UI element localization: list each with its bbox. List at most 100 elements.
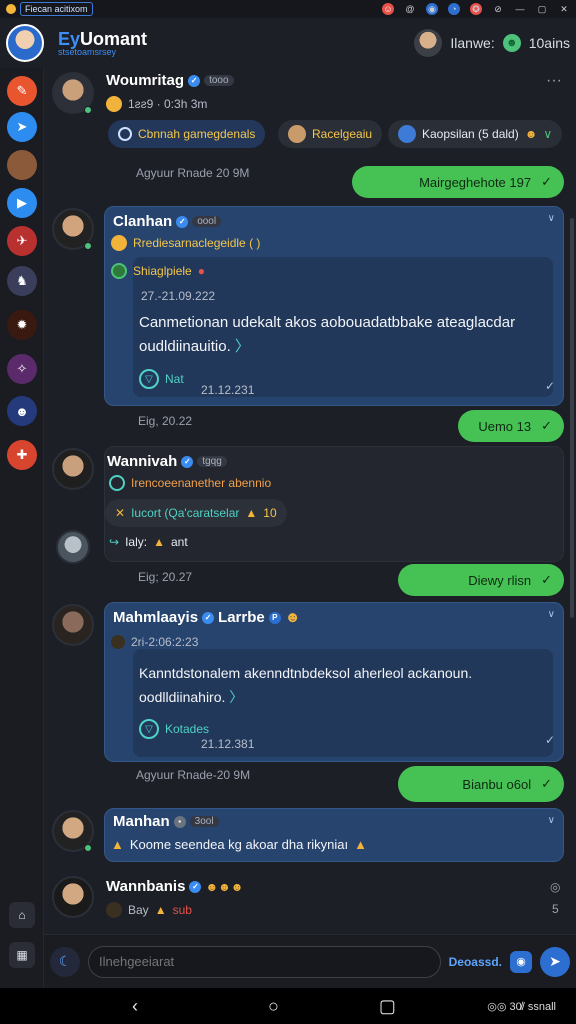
home-icon[interactable]: ⌂ xyxy=(9,902,35,928)
count-icon: 5 xyxy=(552,902,559,916)
sender-name[interactable]: Clanhan xyxy=(113,213,172,230)
sync-icon[interactable]: ◔ xyxy=(448,3,460,15)
tray-icons: ☺ @ ◉ ◔ ✪ ⊘ — ▢ ✕ xyxy=(382,3,570,15)
outgoing-bubble[interactable]: Bianbu o6ol ✓ xyxy=(398,766,564,802)
sidebar-item-1[interactable]: ✎ xyxy=(7,76,37,106)
chevron-down-icon[interactable]: ∨ xyxy=(548,609,555,620)
verified-icon: ✓ xyxy=(189,880,202,893)
reply-line: ↪ Ialy: ▲ ant xyxy=(109,535,188,549)
flame-icon: ▲ xyxy=(153,535,165,549)
system-status-bar: Fiecan acitixom ☺ @ ◉ ◔ ✪ ⊘ — ▢ ✕ xyxy=(0,0,576,18)
sidebar-item-9[interactable]: ☻ xyxy=(7,396,37,426)
sender-avatar[interactable] xyxy=(52,604,94,646)
sender-avatar-small[interactable] xyxy=(56,530,90,564)
message-timestamp: Agyuur Rnade-20 9M xyxy=(136,768,251,782)
card-date: 27.-21.09.222 xyxy=(141,289,216,303)
sender-name-line: Manhan ▪ 3ool xyxy=(113,813,219,830)
sidebar-item-6[interactable]: ♞ xyxy=(7,266,37,296)
back-icon[interactable]: ‹ xyxy=(132,996,138,1017)
close-icon[interactable]: ✕ xyxy=(558,3,570,15)
lock-icon: ▪ xyxy=(173,815,186,828)
outgoing-bubble[interactable]: Uemo 13 ✓ xyxy=(458,410,564,442)
more-options-icon[interactable]: ··· xyxy=(546,72,562,90)
footer-number: 21.12.381 xyxy=(201,737,255,751)
meta-text-2: sub xyxy=(172,903,192,917)
reaction-icon xyxy=(106,96,122,112)
brand-avatar[interactable] xyxy=(6,24,44,62)
block-icon[interactable]: ⊘ xyxy=(492,3,504,15)
sender-avatar[interactable] xyxy=(52,448,94,490)
emoji-icon: ☻ xyxy=(524,127,538,141)
message-card-3[interactable]: Wannivah ✓ tgqg Irencoeenanether abennio… xyxy=(104,446,564,562)
outgoing-text: Mairgeghehote 197 xyxy=(419,174,532,190)
message-card-5[interactable]: ∨ Manhan ▪ 3ool ▲ Koome seendea kg akoar… xyxy=(104,808,564,862)
card-chip[interactable]: ✕ Iucort (Qa'caratselar ▲ 10 xyxy=(105,499,287,527)
fire-icon: ● xyxy=(197,264,205,278)
sender-tag: 3ool xyxy=(189,816,219,827)
user-name: Ilanwe: xyxy=(450,35,495,51)
chat-feed[interactable]: Woumritag ✓ tooo 1ƨƨ9 · 0:3h 3m Cbnnah g… xyxy=(44,68,576,934)
header-user[interactable]: Ilanwe: ☻ 10ains xyxy=(414,29,570,57)
recents-icon[interactable]: ▢ xyxy=(379,996,396,1017)
message-card-4[interactable]: ∨ Mahmlaayis ✓ Larrbe P ☻ 2ri-2:06:2:23 … xyxy=(104,602,564,762)
flame-icon xyxy=(111,635,125,649)
apps-grid-icon[interactable]: ▦ xyxy=(9,942,35,968)
send-icon[interactable]: ➤ xyxy=(540,946,570,977)
sidebar-item-10[interactable]: ✚ xyxy=(7,440,37,470)
sidebar-item-5[interactable]: ✈ xyxy=(7,226,37,256)
verified-icon: ✓ xyxy=(202,611,215,624)
emoji-icon[interactable]: ☺ xyxy=(382,3,394,15)
reaction-chip-1[interactable]: Cbnnah gamegdenals xyxy=(108,120,266,148)
sender-name[interactable]: Wannivah xyxy=(107,453,177,470)
online-indicator xyxy=(84,242,92,250)
sidebar-item-4[interactable]: ▶ xyxy=(7,188,37,218)
send-label[interactable]: Deoassd. xyxy=(449,955,502,969)
reaction-chip-3[interactable]: Kaopsilan (5 dald) ☻ ∨ xyxy=(388,120,563,148)
card-line-text: Koome seendea kg akoar dha rikyniaı xyxy=(129,837,349,852)
message-input[interactable] xyxy=(88,945,441,978)
message-card-2[interactable]: ∨ Clanhan ✓ oool Rrediesarnaclegeidle ( … xyxy=(104,206,564,406)
notification-icon[interactable]: ◉ xyxy=(426,3,438,15)
check-icon: ✓ xyxy=(544,733,555,747)
app-title-text: Uomant xyxy=(80,28,148,49)
card-footer: ▽ Kotades xyxy=(139,719,209,739)
sender-avatar[interactable] xyxy=(52,876,94,918)
chevron-down-icon[interactable]: ∨ xyxy=(548,213,555,224)
sender-name[interactable]: Manhan xyxy=(113,813,170,830)
info-icon xyxy=(109,475,125,491)
sidebar-item-8[interactable]: ✧ xyxy=(7,354,37,384)
shield-icon: ▽ xyxy=(139,369,159,389)
scrollbar[interactable] xyxy=(570,218,574,618)
minimize-icon[interactable]: — xyxy=(514,3,526,15)
mention-icon[interactable]: @ xyxy=(404,3,416,15)
footer-label: Nat xyxy=(165,372,184,386)
chevron-down-icon[interactable]: ∨ xyxy=(548,815,555,826)
sender-name-line: Wannivah ✓ tgqg xyxy=(107,453,227,470)
sidebar-item-2[interactable]: ➤ xyxy=(7,112,37,142)
emoji-picker-icon[interactable]: ☾ xyxy=(50,946,80,977)
sidebar-dock: ⌂ ▦ xyxy=(0,898,44,982)
app-subtitle: stsetoamsrsey xyxy=(58,46,117,57)
app-header: EyUomant stsetoamsrsey Ilanwe: ☻ 10ains xyxy=(0,18,576,68)
maximize-icon[interactable]: ▢ xyxy=(536,3,548,15)
badge-icon: P xyxy=(268,611,281,624)
pin-icon[interactable]: ◎ xyxy=(550,880,560,894)
card-body-line-1: Canmetionan udekalt akos aobouadatbbake … xyxy=(139,314,516,331)
outgoing-bubble[interactable]: Mairgeghehote 197 ✓ xyxy=(352,166,564,198)
user-avatar[interactable] xyxy=(414,29,443,57)
flame-icon: ▲ xyxy=(154,903,167,917)
sidebar-item-3[interactable] xyxy=(7,150,37,180)
tool-icon: ✕ xyxy=(115,506,126,520)
sender-name[interactable]: Woumritag xyxy=(106,72,184,89)
chevron-down-icon[interactable]: ∨ xyxy=(543,127,552,141)
sidebar-item-7[interactable]: ✹ xyxy=(7,310,37,340)
home-icon[interactable]: ○ xyxy=(268,996,279,1017)
sender-name[interactable]: Wannbanis xyxy=(106,878,185,895)
sender-name[interactable]: Mahmlaayis xyxy=(113,609,198,626)
reaction-chip-2[interactable]: Racelgeaiu xyxy=(278,120,383,148)
badge-icon[interactable]: ✪ xyxy=(470,3,482,15)
outgoing-bubble[interactable]: Diewy rlisn ✓ xyxy=(398,564,564,596)
reply-icon: ↪ xyxy=(109,535,120,549)
attach-icon[interactable]: ◉ xyxy=(510,950,532,973)
sender-name-2[interactable]: Larrbe xyxy=(218,609,265,626)
